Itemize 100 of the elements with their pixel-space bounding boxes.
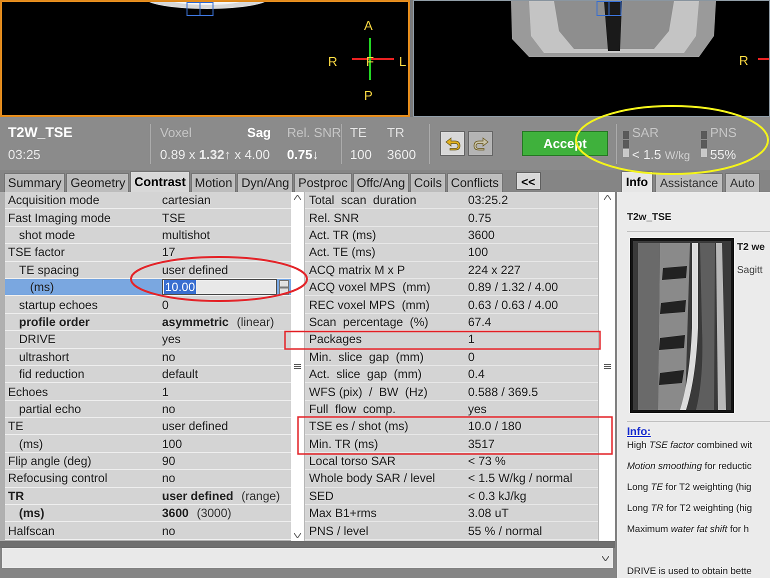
sar-label: SAR xyxy=(632,124,660,142)
pns-label: PNS xyxy=(710,124,737,142)
result-value: 224 x 227 xyxy=(468,262,521,279)
parameter-value: no xyxy=(162,522,176,540)
parameter-row[interactable]: profile order asymmetric (linear) xyxy=(5,314,291,332)
pns-value: 55% xyxy=(710,146,737,164)
scroll-up-icon[interactable] xyxy=(604,195,610,200)
protocol-title: T2w_TSE xyxy=(627,210,672,224)
parameter-label: profile order xyxy=(18,314,91,331)
meter-icon xyxy=(701,130,707,156)
parameter-row[interactable]: startup echoes 0 xyxy=(5,296,291,314)
undo-arrow-icon xyxy=(444,136,462,150)
parameter-value: no xyxy=(162,470,176,488)
info-link[interactable]: Info: xyxy=(627,424,651,440)
info-note: Long TE for T2 weighting (hig xyxy=(627,482,752,494)
parameter-label: Acquisition mode xyxy=(7,192,100,210)
parameter-row[interactable]: fid reduction default xyxy=(5,366,291,384)
parameter-value: no xyxy=(162,348,176,366)
tab[interactable]: Coils xyxy=(410,173,446,192)
tab[interactable]: Auto xyxy=(725,172,760,192)
snr-label: Rel. SNR xyxy=(287,124,341,142)
scroll-grip-icon[interactable] xyxy=(604,364,610,369)
tab[interactable]: Info xyxy=(621,170,653,192)
value-input-field[interactable]: 10.00 xyxy=(162,279,277,296)
result-label: Rel. SNR xyxy=(308,210,360,227)
parameter-row[interactable]: Fast Imaging mode TSE xyxy=(5,209,291,227)
info-note: High TSE factor combined wit xyxy=(627,440,754,452)
orientation-label: A xyxy=(364,17,373,35)
tab[interactable]: Conflicts xyxy=(446,173,503,192)
collapse-button[interactable]: << xyxy=(516,172,541,190)
voxel-label: Voxel xyxy=(160,124,192,142)
parameter-value: no xyxy=(162,400,176,418)
parameter-row[interactable]: Refocusing control no xyxy=(5,470,291,488)
parameter-row[interactable]: Echoes 1 xyxy=(5,383,291,401)
orientation-label: R xyxy=(739,52,748,70)
parameter-row[interactable]: TR user defined (range) xyxy=(5,488,291,506)
orientation-label: R xyxy=(328,53,338,71)
scroll-up-icon[interactable] xyxy=(294,195,301,200)
result-value: < 0.3 kJ/kg xyxy=(468,488,526,505)
parameter-row[interactable]: TE user defined xyxy=(5,418,291,436)
result-label: Total scan duration xyxy=(308,192,418,210)
dropdown-icon[interactable] xyxy=(602,556,609,560)
orientation-label: P xyxy=(364,87,373,105)
parameter-label: Fast Imaging mode xyxy=(7,210,112,227)
parameter-row[interactable]: Flip angle (deg) 90 xyxy=(5,452,291,470)
parameter-row[interactable]: Halfscan no xyxy=(5,522,291,540)
tab[interactable]: Offc/Ang xyxy=(352,173,410,192)
parameter-label: DRIVE xyxy=(18,331,57,348)
parameter-row[interactable]: ultrashort no xyxy=(5,348,291,366)
result-value: 0.75 xyxy=(468,210,492,227)
parameter-row[interactable]: TE spacing user defined xyxy=(5,262,291,279)
parameter-row[interactable]: partial echo no xyxy=(5,400,291,418)
te-value: 100 xyxy=(350,146,373,164)
result-label: Local torso SAR xyxy=(308,453,397,470)
result-label: PNS / level xyxy=(308,522,370,540)
parameter-label: (ms) xyxy=(18,505,46,522)
parameter-value: cartesian xyxy=(162,192,211,210)
parameter-row[interactable]: (ms) 100 xyxy=(5,435,291,453)
spinner-icon[interactable] xyxy=(279,280,289,295)
parameter-row[interactable]: DRIVE yes xyxy=(5,331,291,349)
tab[interactable]: Motion xyxy=(190,173,236,192)
caption-title: T2 we xyxy=(737,240,765,254)
parameter-row[interactable]: (ms) 3600 (3000) xyxy=(5,505,291,522)
parameter-value: multishot xyxy=(162,226,210,244)
parameter-label: ultrashort xyxy=(18,348,70,366)
parameter-value: user defined xyxy=(162,262,228,279)
result-value: 55 % / normal xyxy=(468,522,542,540)
caption-text: Sagitt xyxy=(737,264,764,278)
orientation-label: L xyxy=(399,53,406,71)
info-note: DRIVE is used to obtain bette xyxy=(627,566,753,578)
scan-duration: 03:25 xyxy=(8,146,42,164)
scroll-down-icon[interactable] xyxy=(294,533,301,538)
result-value: 1 xyxy=(468,331,475,348)
tab[interactable]: Dyn/Ang xyxy=(237,173,294,192)
scroll-grip-icon[interactable] xyxy=(294,364,301,369)
redo-arrow-icon xyxy=(472,136,490,150)
parameter-row[interactable]: (ms) 10.00 xyxy=(5,278,291,296)
result-label: Act. slice gap (mm) xyxy=(308,366,423,384)
result-label: Act. TR (ms) xyxy=(308,226,378,244)
parameter-row[interactable]: Acquisition mode cartesian xyxy=(5,192,291,210)
image-viewport[interactable]: R xyxy=(413,0,770,117)
parameter-row[interactable]: shot mode multishot xyxy=(5,226,291,244)
result-value: 100 xyxy=(468,244,488,262)
result-label: Whole body SAR / level xyxy=(308,470,436,488)
result-label: Max B1+rms xyxy=(308,505,378,522)
tab[interactable]: Geometry xyxy=(66,173,130,192)
tab[interactable]: Summary xyxy=(4,173,66,192)
sar-value: < 1.5 W/kg xyxy=(632,146,690,164)
parameter-label: partial echo xyxy=(18,400,82,418)
tab[interactable]: Assistance xyxy=(655,172,724,192)
result-value: 3517 xyxy=(468,436,495,453)
undo-button[interactable] xyxy=(440,131,465,156)
info-note: Maximum water fat shift for h xyxy=(627,524,750,536)
snr-value: 0.75↓ xyxy=(287,146,320,164)
parameter-label: Flip angle (deg) xyxy=(7,453,92,470)
tab[interactable]: Postproc xyxy=(294,173,352,192)
command-field[interactable] xyxy=(2,548,613,568)
result-value: 0.4 xyxy=(468,366,485,384)
parameter-row[interactable]: TSE factor 17 xyxy=(5,244,291,262)
tab[interactable]: Contrast xyxy=(130,171,190,192)
